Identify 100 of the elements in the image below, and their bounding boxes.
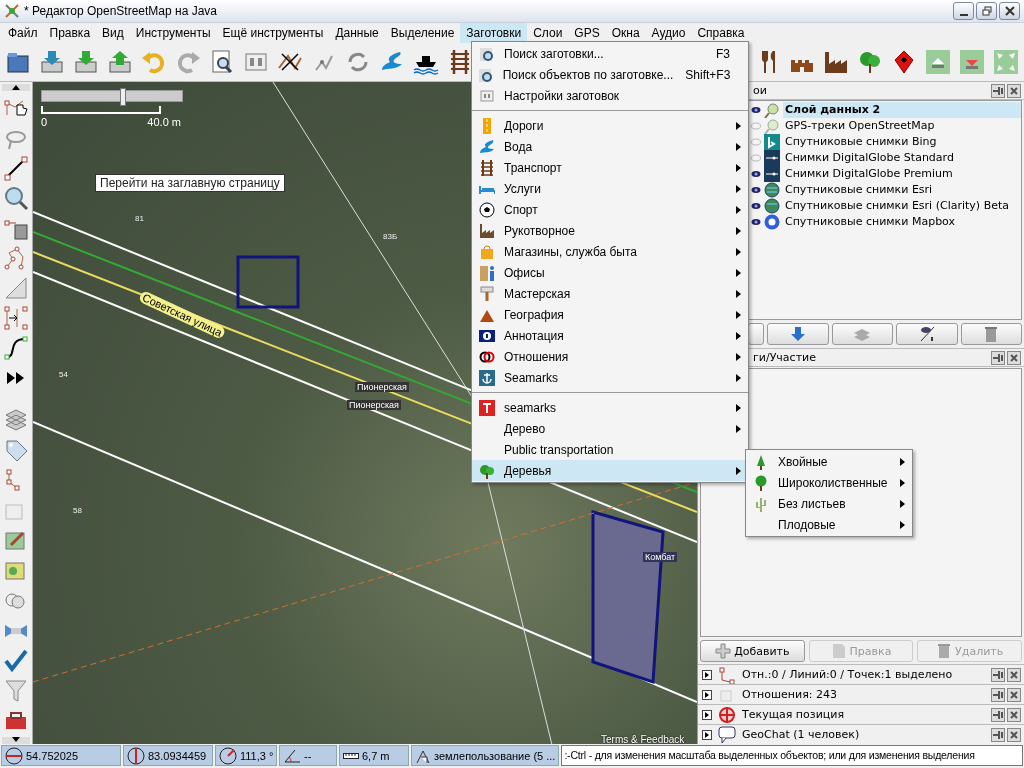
close-icon[interactable] [1007,83,1021,98]
submenu-arrow-icon [736,403,741,412]
layer-name[interactable]: Снимки DigitalGlobe Standard [783,150,1021,166]
close-icon[interactable] [1007,350,1021,365]
close-icon[interactable] [1007,687,1021,702]
menu-item[interactable]: Офисы [472,262,748,283]
layer-name[interactable]: GPS-треки OpenStreetMap [783,118,1021,134]
layer-icon [764,134,780,150]
menu-item[interactable]: Аудио [645,23,692,43]
menu-item[interactable]: Магазины, служба быта [472,241,748,262]
menu-item[interactable]: Дерево [472,418,748,439]
layer-icon [764,198,780,214]
draw-line-icon[interactable] [3,154,29,181]
menu-item[interactable]: Настройки заготовок [472,85,748,106]
upload-icon[interactable] [106,48,134,76]
menu-item[interactable]: Public transportation [472,439,748,460]
node-move-icon[interactable] [924,48,952,76]
deciduous-tree-icon [753,474,769,491]
menu-item[interactable]: Слои [527,23,569,43]
close-icon[interactable] [1007,727,1021,742]
scroll-up-button[interactable] [2,84,30,91]
menu-item[interactable]: Мастерская [472,283,748,304]
menu-item[interactable]: Поиск заготовки... F3 [472,43,748,64]
menu-item[interactable]: Поиск объектов по заготовке... Shift+F3 [472,64,748,85]
menu-item[interactable]: Широколиственные [746,472,912,493]
eye-icon[interactable] [751,218,761,226]
close-icon[interactable] [1007,667,1021,682]
menu-item[interactable]: Спорт [472,199,748,220]
pin-icon[interactable] [991,727,1005,742]
pin-icon[interactable] [991,83,1005,98]
menu-item[interactable]: Заготовки [460,23,528,43]
slider-thumb[interactable] [120,88,127,106]
menu-item[interactable]: Данные [329,23,385,43]
menu-item[interactable]: Без листьев [746,493,912,514]
menu-item[interactable]: Выделение [384,23,461,43]
panel-title[interactable]: Отношения: 243 [742,688,985,701]
selection-icon [718,665,736,684]
pin-icon[interactable] [991,350,1005,365]
panel-title[interactable]: Отн.:0 / Линий:0 / Точек:1 выделено [742,668,985,681]
eye-icon[interactable] [751,170,761,178]
pin-icon[interactable] [991,687,1005,702]
menu-item[interactable]: Вид [96,23,130,43]
curve-icon[interactable] [3,334,29,361]
menu-item[interactable]: Транспорт [472,157,748,178]
layer-name[interactable]: Спутниковые снимки Bing [783,134,1021,150]
menu-item[interactable]: Деревья [472,460,748,481]
close-icon[interactable] [1007,707,1021,722]
node-move-icon[interactable] [958,48,986,76]
menu-item[interactable]: Seamarks [472,367,748,388]
expand-icon[interactable] [702,689,712,700]
menu-item[interactable]: Дороги [472,115,748,136]
menu-item[interactable]: seamarks [472,397,748,418]
menu-item[interactable]: Правка [43,23,97,43]
menu-item[interactable]: Окна [605,23,646,43]
eye-icon[interactable] [751,106,761,114]
minimize-button[interactable] [953,2,974,20]
layer-name[interactable]: Спутниковые снимки Esri [783,182,1021,198]
pin-icon[interactable] [991,667,1005,682]
eye-icon[interactable] [751,202,761,210]
zoom-icon[interactable] [3,184,29,211]
menu-item[interactable]: Ещё инструменты [216,23,330,43]
menu-item[interactable]: Рукотворное [472,220,748,241]
scroll-down-button[interactable] [2,737,30,744]
eye-icon[interactable] [751,186,761,194]
pin-icon[interactable] [991,707,1005,722]
house-label: 54 [59,370,68,379]
menu-item[interactable]: Файл [2,23,44,43]
panel-title[interactable]: Текущая позиция [742,708,985,721]
parallel-way-icon[interactable] [3,304,29,331]
railway-icon [479,159,495,176]
expand-icon[interactable] [702,729,712,740]
download-icon[interactable] [72,48,100,76]
download-icon[interactable] [38,48,66,76]
menu-item[interactable]: GPS [568,23,606,43]
menu-item[interactable]: Отношения [472,346,748,367]
menu-item[interactable]: Плодовые [746,514,912,535]
expand-icon[interactable] [702,669,712,680]
layer-name[interactable]: Снимки DigitalGlobe Premium [783,166,1021,182]
move-down-button[interactable] [767,323,829,345]
toggle-visibility-button[interactable] [896,323,958,345]
menu-item[interactable]: Хвойные [746,451,912,472]
restore-button[interactable] [976,2,997,20]
layer-name[interactable]: Спутниковые снимки Mapbox [783,214,1021,230]
layer-name[interactable]: Спутниковые снимки Esri (Clarity) Beta [783,198,1021,214]
menu-item[interactable]: Аннотация [472,325,748,346]
layer-icon [764,102,780,118]
menu-item[interactable]: Инструменты [129,23,217,43]
submenu-arrow-icon [736,247,741,256]
menu-item[interactable]: Вода [472,136,748,157]
add-button[interactable]: Добавить [700,640,805,662]
menu-item[interactable]: Услуги [472,178,748,199]
submenu-arrow-icon [736,424,741,433]
menu-item[interactable]: География [472,304,748,325]
expand-icon[interactable] [702,709,712,720]
panel-title[interactable]: GeoChat (1 человек) [742,728,985,741]
close-button[interactable] [999,2,1020,20]
checkmark-icon[interactable] [3,647,29,674]
layer-name[interactable]: Слой данных 2 [783,102,1021,118]
menu-item[interactable]: Справка [691,23,751,43]
tag-icon[interactable] [3,437,29,464]
